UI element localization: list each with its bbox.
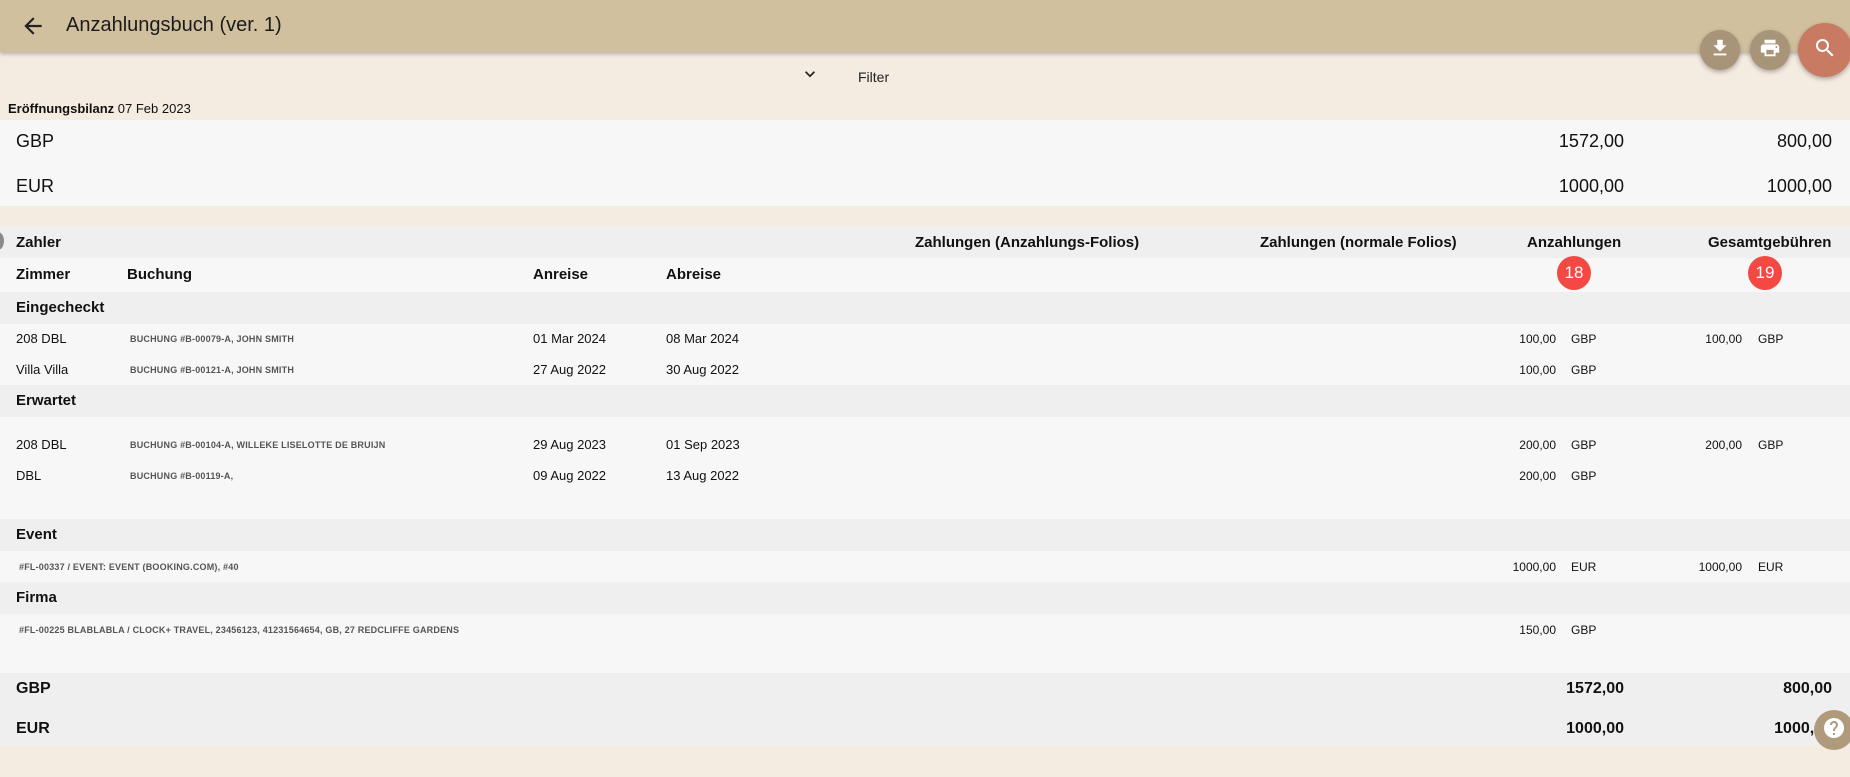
deposit-amount: 1000,00 [1512, 560, 1556, 574]
fee-currency: GBP [1758, 438, 1784, 452]
total-fees-count-badge: 19 [1748, 256, 1782, 290]
fee-amount: 100,00 [1705, 332, 1742, 346]
deposit-amount: 150,00 [1519, 623, 1556, 637]
group-header-bg [0, 519, 1850, 551]
departure-cell: 08 Mar 2024 [666, 331, 739, 346]
fee-currency: GBP [1758, 332, 1784, 346]
opening-deposits: 1572,00 [1558, 131, 1624, 151]
opening-currency: GBP [16, 131, 55, 151]
room-cell: 208 DBL [16, 437, 67, 452]
help-icon [1822, 716, 1846, 745]
total-deposits: 1572,00 [1566, 680, 1624, 697]
total-currency: GBP [16, 680, 51, 697]
group-header-bg [0, 582, 1850, 614]
deposit-amount: 100,00 [1519, 332, 1556, 346]
group-title-expected: Erwartet [16, 392, 77, 409]
deposit-currency: GBP [1571, 438, 1597, 452]
deposit-currency: GBP [1571, 469, 1597, 483]
departure-cell: 30 Aug 2022 [666, 362, 740, 377]
departure-cell: 13 Aug 2022 [666, 468, 740, 483]
total-deposits: 1000,00 [1566, 720, 1624, 737]
deposit-amount: 100,00 [1519, 363, 1556, 377]
deposits-count-badge: 18 [1557, 256, 1591, 290]
opening-total-fees: 800,00 [1776, 131, 1832, 151]
total-fees: 1000,00 [1774, 720, 1832, 737]
filter-toggle[interactable]: Filter [800, 64, 889, 89]
room-cell: 208 DBL [16, 331, 67, 346]
folio-link[interactable]: #FL-00225 BLABLABLA / CLOCK+ TRAVEL, 234… [19, 625, 459, 635]
total-fees: 800,00 [1783, 680, 1832, 697]
arrow-back-icon[interactable] [20, 13, 46, 39]
opening-balance-card: GBP 1572,00 800,00 EUR 1000,00 1000,00 [0, 120, 1850, 206]
booking-link[interactable]: BUCHUNG #B-00079-A, JOHN SMITH [130, 334, 294, 344]
print-icon [1759, 37, 1781, 64]
print-button[interactable] [1750, 30, 1790, 70]
col-room: Zimmer [16, 266, 71, 283]
download-button[interactable] [1700, 30, 1740, 70]
deposit-currency: GBP [1571, 363, 1597, 377]
deposit-amount: 200,00 [1519, 469, 1556, 483]
arrival-cell: 27 Aug 2022 [533, 362, 607, 377]
filter-label: Filter [858, 68, 890, 85]
group-header-bg [0, 385, 1850, 417]
fee-currency: EUR [1758, 560, 1784, 574]
deposit-amount: 200,00 [1519, 438, 1556, 452]
col-payments-normal-folios: Zahlungen (normale Folios) [1260, 234, 1457, 251]
opening-total-fees: 1000,00 [1766, 176, 1832, 196]
opening-currency: EUR [16, 176, 55, 196]
arrival-cell: 09 Aug 2022 [533, 468, 607, 483]
col-total-fees: Gesamtgebühren [1708, 234, 1832, 251]
booking-link[interactable]: BUCHUNG #B-00104-A, WILLEKE LISELOTTE DE… [130, 440, 385, 450]
group-title-event: Event [16, 526, 57, 543]
departure-cell: 01 Sep 2023 [666, 437, 740, 452]
col-arrival: Anreise [533, 266, 589, 283]
room-cell: Villa Villa [16, 362, 69, 377]
deposit-currency: GBP [1571, 332, 1597, 346]
group-title-checked-in: Eingecheckt [16, 299, 105, 316]
col-payments-deposit-folios: Zahlungen (Anzahlungs-Folios) [915, 234, 1140, 251]
booking-link[interactable]: BUCHUNG #B-00119-A, [130, 471, 233, 481]
col-departure: Abreise [666, 266, 722, 283]
fee-amount: 200,00 [1705, 438, 1742, 452]
download-icon [1709, 37, 1731, 64]
fee-amount: 1000,00 [1698, 560, 1742, 574]
group-title-company: Firma [16, 589, 57, 606]
top-app-bar: Anzahlungsbuch (ver. 1) [0, 0, 1850, 52]
deposit-currency: EUR [1571, 560, 1597, 574]
deposit-table: Zahler Zahlungen (Anzahlungs-Folios) Zah… [0, 226, 1850, 746]
help-button[interactable] [1814, 710, 1850, 750]
search-icon [1813, 36, 1837, 65]
col-payer: Zahler [16, 234, 62, 251]
search-button[interactable] [1798, 23, 1850, 77]
arrival-cell: 01 Mar 2024 [533, 331, 606, 346]
opening-balance-line: Eröffnungsbilanz 07 Feb 2023 [8, 101, 191, 116]
chevron-down-icon [800, 64, 820, 89]
deposit-currency: GBP [1571, 623, 1597, 637]
group-header-bg [0, 292, 1850, 324]
opening-deposits: 1000,00 [1558, 176, 1624, 196]
total-currency: EUR [16, 720, 50, 737]
booking-link[interactable]: BUCHUNG #B-00121-A, JOHN SMITH [130, 365, 294, 375]
page-title: Anzahlungsbuch (ver. 1) [66, 14, 282, 36]
col-deposits: Anzahlungen [1527, 234, 1622, 251]
opening-balance-label: Eröffnungsbilanz [8, 101, 115, 116]
col-booking: Buchung [127, 266, 192, 283]
folio-link[interactable]: #FL-00337 / EVENT: EVENT (BOOKING.COM), … [19, 562, 239, 572]
room-cell: DBL [16, 468, 42, 483]
arrival-cell: 29 Aug 2023 [533, 437, 607, 452]
opening-balance-date: 07 Feb 2023 [117, 101, 191, 116]
